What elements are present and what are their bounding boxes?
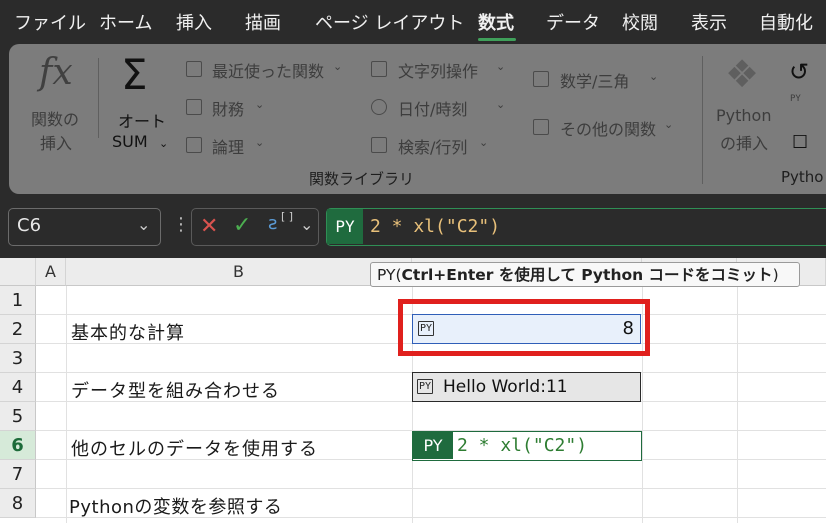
cell-c6[interactable]: PY 2 * xl("C2"): [412, 431, 642, 461]
chevron-down-icon: ⌄: [664, 118, 674, 131]
row-header-5[interactable]: 5: [0, 402, 36, 431]
chevron-down-icon: ⌄: [649, 70, 659, 83]
python-mode-icon[interactable]: ƨ: [268, 213, 277, 234]
autosum-label: オート: [118, 112, 167, 131]
select-all-corner[interactable]: [0, 258, 36, 286]
menu-home[interactable]: ホーム: [99, 9, 152, 35]
spreadsheet-grid: A B 1 2 3 4 5 6 7 8 基本的な計算 データ型を組み合わせる 他…: [0, 258, 826, 523]
chevron-down-icon: ⌄: [255, 98, 265, 111]
text-icon: [371, 61, 387, 77]
name-box-value: C6: [17, 215, 42, 236]
chevron-down-icon: ⌄: [159, 137, 169, 150]
menu-automate[interactable]: 自動化: [759, 9, 813, 35]
theta-icon: [533, 71, 549, 87]
more-options-icon[interactable]: ⋮: [172, 214, 190, 235]
tooltip-suffix: ): [772, 266, 779, 284]
chevron-down-icon: ⌄: [496, 60, 506, 73]
menu-draw[interactable]: 描画: [245, 9, 281, 35]
ribbon: fx 関数の 挿入 Σ オート SUM ⌄ 最近使った関数 ⌄ 財務 ⌄ 論理 …: [9, 44, 826, 194]
menu-view[interactable]: 表示: [691, 9, 727, 35]
logical-label: 論理: [212, 138, 245, 157]
autosum-label-2: SUM: [112, 132, 148, 151]
menu-page-layout[interactable]: ページ レイアウト: [315, 9, 464, 35]
menu-file[interactable]: ファイル: [14, 9, 86, 35]
python-cell-icon: PY: [417, 379, 434, 394]
menu-data[interactable]: データ: [546, 9, 600, 35]
gridline: [36, 488, 826, 489]
lookup-label: 検索/行列: [398, 138, 468, 157]
datetime-label: 日付/時刻: [398, 100, 468, 119]
sigma-icon: Σ: [121, 50, 148, 99]
row-header-3[interactable]: 3: [0, 344, 36, 373]
formula-input[interactable]: PY 2 * xl("C2"): [326, 208, 826, 246]
tooltip-prefix: PY(: [377, 266, 402, 284]
python-icon: ❖: [725, 52, 760, 96]
row-header-1[interactable]: 1: [0, 286, 36, 315]
question-icon: [186, 137, 202, 153]
cell-c2[interactable]: PY 8: [412, 314, 641, 344]
chevron-down-icon[interactable]: ⌄: [300, 215, 313, 234]
name-box[interactable]: C6 ⌄: [8, 208, 161, 246]
insert-function-label: 関数の: [31, 110, 80, 129]
py-mode-tag: PY: [413, 432, 453, 459]
reset-icon[interactable]: ↺: [789, 58, 809, 86]
python-group-label: Pytho: [781, 168, 824, 186]
menu-bar: ファイル ホーム 挿入 描画 ページ レイアウト 数式 データ 校閲 表示 自動…: [0, 0, 826, 44]
row-header-2[interactable]: 2: [0, 315, 36, 344]
insert-function-label-2: 挿入: [40, 134, 73, 153]
column-header-b[interactable]: B: [66, 258, 412, 286]
python-cell-icon: PY: [418, 321, 435, 336]
cell-c6-formula: 2 * xl("C2"): [457, 435, 588, 456]
formula-actions: ✕ ✓ ƨ [ ] ⌄: [191, 208, 319, 246]
cell-c4[interactable]: PY Hello World:11: [412, 372, 641, 402]
python-tooltip: PY(Ctrl+Enter を使用して Python コードをコミット): [370, 262, 800, 287]
magnifier-icon: [371, 137, 387, 153]
cell-c4-value: Hello World:11: [443, 377, 568, 397]
row-header-8[interactable]: 8: [0, 489, 36, 518]
row-header-4[interactable]: 4: [0, 373, 36, 402]
cell-b6[interactable]: 他のセルのデータを使用する: [71, 435, 318, 461]
divider: [702, 56, 703, 184]
formula-text: 2 * xl("C2"): [370, 216, 501, 237]
chevron-down-icon: ⌄: [496, 98, 506, 111]
divider: [98, 58, 99, 138]
diagnostics-icon[interactable]: ☐: [792, 132, 808, 153]
more-functions-label: その他の関数: [560, 120, 657, 139]
py-small-icon[interactable]: PY: [790, 94, 801, 104]
recent-functions-label: 最近使った関数: [212, 62, 325, 81]
insert-python-label-2: の挿入: [720, 134, 769, 153]
menu-review[interactable]: 校閲: [622, 9, 658, 35]
database-icon: [186, 99, 202, 115]
more-icon: [533, 119, 549, 135]
row-header-7[interactable]: 7: [0, 460, 36, 489]
menu-formulas[interactable]: 数式: [478, 9, 514, 35]
chevron-down-icon: ⌄: [333, 60, 343, 73]
menu-insert[interactable]: 挿入: [176, 9, 212, 35]
cell-c2-value: 8: [622, 318, 634, 339]
math-trig-label: 数学/三角: [560, 72, 630, 91]
cell-b4[interactable]: データ型を組み合わせる: [71, 377, 280, 403]
cancel-icon[interactable]: ✕: [200, 214, 218, 239]
fx-icon: fx: [39, 52, 73, 93]
confirm-icon[interactable]: ✓: [233, 213, 251, 238]
insert-python-label: Python: [716, 106, 772, 125]
chevron-down-icon: ⌄: [479, 136, 489, 149]
chevron-down-icon: ⌄: [255, 136, 265, 149]
row-header-6[interactable]: 6: [0, 431, 36, 460]
active-tab-indicator: [478, 38, 516, 41]
star-icon: [186, 61, 202, 77]
py-mode-tag: PY: [327, 209, 363, 244]
text-functions-label: 文字列操作: [398, 62, 479, 81]
clock-icon: [371, 99, 387, 115]
column-header-a[interactable]: A: [36, 258, 66, 286]
group-label: 関数ライブラリ: [309, 170, 415, 188]
bracket-icon: [ ]: [281, 210, 294, 223]
tooltip-shortcut: Ctrl+Enter を使用して Python コードをコミット: [401, 266, 773, 284]
cell-b8[interactable]: Pythonの変数を参照する: [69, 493, 282, 519]
chevron-down-icon[interactable]: ⌄: [137, 215, 150, 234]
cell-b2[interactable]: 基本的な計算: [71, 319, 185, 345]
financial-label: 財務: [212, 100, 245, 119]
